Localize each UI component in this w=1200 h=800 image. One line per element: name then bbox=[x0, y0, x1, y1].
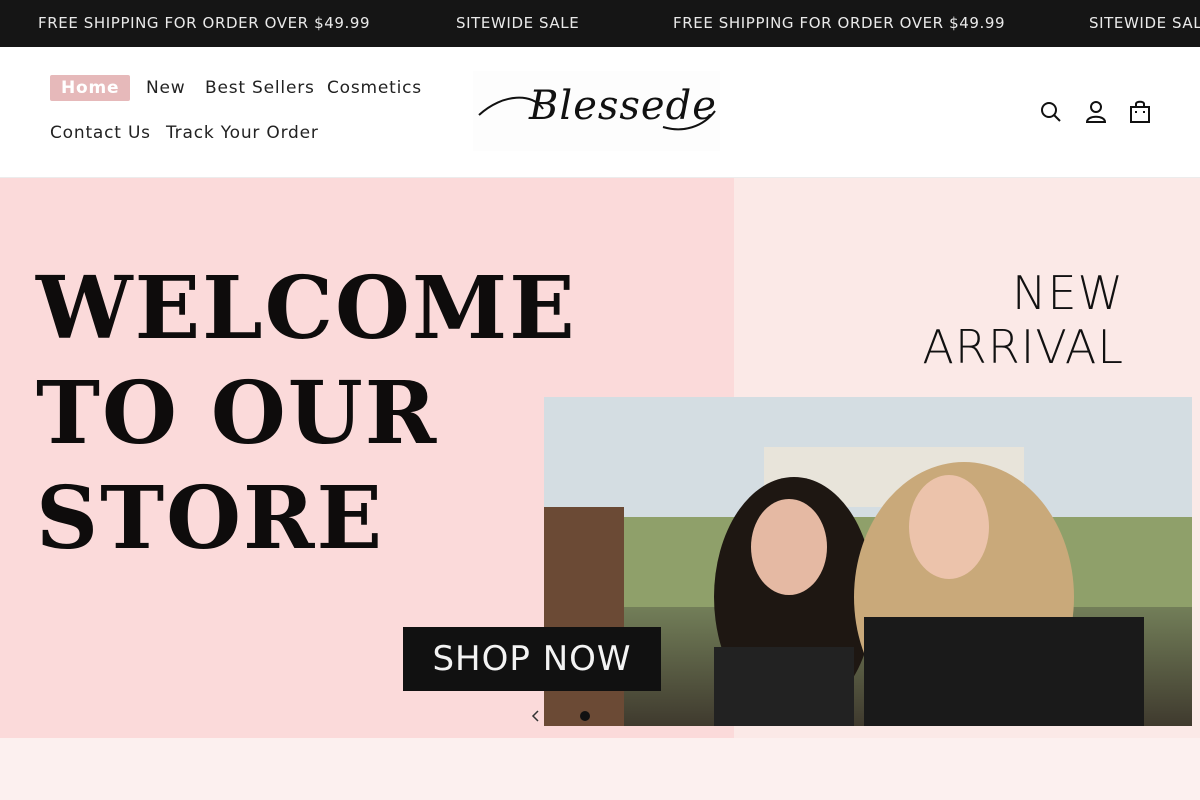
logo[interactable]: Blessede bbox=[473, 71, 720, 151]
search-icon[interactable] bbox=[1038, 99, 1064, 125]
tagline-line: NEW bbox=[1012, 266, 1124, 320]
hero-headline: WELCOME TO OUR STORE bbox=[36, 256, 577, 571]
announcement-item: SITEWIDE SALE bbox=[456, 14, 580, 32]
site-header: Home New Best Sellers Cosmetics Contact … bbox=[0, 47, 1200, 178]
hero-headline-line: TO OUR bbox=[36, 363, 439, 464]
nav-track-order[interactable]: Track Your Order bbox=[166, 123, 319, 143]
announcement-item: FREE SHIPPING FOR ORDER OVER $49.99 bbox=[673, 14, 1006, 32]
tagline-line: ARRIVAL bbox=[922, 320, 1124, 374]
announcement-item: SITEWIDE SALE bbox=[1089, 14, 1200, 32]
slide-dot-active[interactable] bbox=[580, 711, 590, 721]
hero-headline-line: STORE bbox=[36, 468, 385, 569]
section-below-hero bbox=[0, 738, 1200, 800]
shop-now-button[interactable]: SHOP NOW bbox=[403, 627, 661, 691]
nav-best-sellers[interactable]: Best Sellers bbox=[205, 78, 315, 98]
nav-home[interactable]: Home bbox=[50, 75, 131, 101]
announcement-bar: FREE SHIPPING FOR ORDER OVER $49.99 SITE… bbox=[0, 0, 1200, 47]
slide-prev-icon[interactable] bbox=[528, 706, 544, 726]
nav-new[interactable]: New bbox=[146, 78, 185, 98]
hero-banner: WELCOME TO OUR STORE NEW ARRIVAL SHOP NO… bbox=[0, 178, 1200, 738]
cart-icon[interactable] bbox=[1127, 99, 1153, 125]
hero-headline-line: WELCOME bbox=[36, 258, 577, 359]
nav-cosmetics[interactable]: Cosmetics bbox=[327, 78, 422, 98]
nav-contact-us[interactable]: Contact Us bbox=[50, 123, 151, 143]
new-arrival-tagline: NEW ARRIVAL bbox=[922, 266, 1124, 374]
account-icon[interactable] bbox=[1083, 99, 1109, 125]
logo-text: Blessede bbox=[529, 83, 717, 129]
announcement-item: FREE SHIPPING FOR ORDER OVER $49.99 bbox=[38, 14, 371, 32]
